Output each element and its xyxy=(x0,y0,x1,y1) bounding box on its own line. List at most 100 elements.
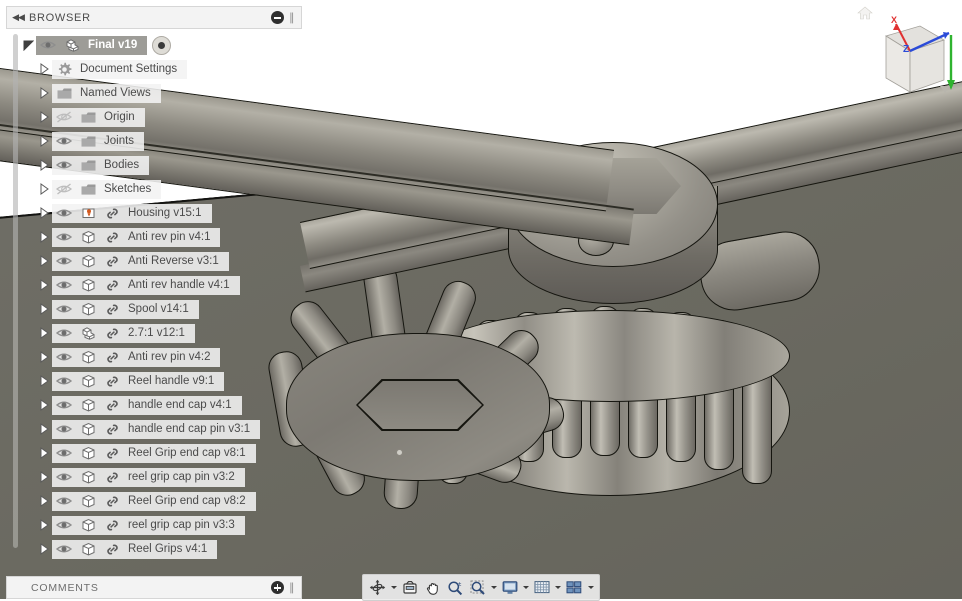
link-icon[interactable] xyxy=(100,540,124,559)
eye-hidden-icon[interactable] xyxy=(52,180,76,199)
expand-toggle[interactable] xyxy=(36,225,52,249)
link-icon[interactable] xyxy=(100,468,124,487)
link-icon[interactable] xyxy=(100,348,124,367)
expand-toggle[interactable] xyxy=(36,441,52,465)
root-chunk[interactable]: Final v19 xyxy=(36,36,147,55)
tree-row-chunk[interactable]: reel grip cap pin v3:2 xyxy=(52,468,245,487)
eye-visible-icon[interactable] xyxy=(36,36,60,55)
nav-look-at-button[interactable] xyxy=(399,577,421,598)
grip-handle-icon[interactable]: ∥ xyxy=(289,11,298,24)
tree-row[interactable]: Reel handle v9:1 xyxy=(20,369,306,393)
tree-row[interactable]: handle end cap v4:1 xyxy=(20,393,306,417)
tree-row-chunk[interactable]: Anti rev pin v4:1 xyxy=(52,228,220,247)
tree-row-chunk[interactable]: Reel Grip end cap v8:1 xyxy=(52,444,256,463)
link-icon[interactable] xyxy=(100,252,124,271)
expand-toggle[interactable] xyxy=(36,369,52,393)
nav-display-settings-button[interactable] xyxy=(499,577,521,598)
eye-visible-icon[interactable] xyxy=(52,156,76,175)
nav-pan-button[interactable] xyxy=(422,577,444,598)
link-icon[interactable] xyxy=(100,396,124,415)
eye-visible-icon[interactable] xyxy=(52,228,76,247)
nav-grid-snaps-button[interactable] xyxy=(531,577,553,598)
expand-toggle[interactable] xyxy=(36,105,52,129)
tree-row-chunk[interactable]: Anti rev handle v4:1 xyxy=(52,276,240,295)
tree-row[interactable]: handle end cap pin v3:1 xyxy=(20,417,306,441)
tree-row[interactable]: Origin xyxy=(20,105,306,129)
browser-scrollbar-thumb[interactable] xyxy=(13,34,18,240)
tree-row-chunk[interactable]: Bodies xyxy=(52,156,149,175)
eye-visible-icon[interactable] xyxy=(52,372,76,391)
tree-row-chunk[interactable]: reel grip cap pin v3:3 xyxy=(52,516,245,535)
expand-toggle[interactable] xyxy=(36,417,52,441)
tree-row[interactable]: Housing v15:1 xyxy=(20,201,306,225)
eye-visible-icon[interactable] xyxy=(52,324,76,343)
tree-row-chunk[interactable]: Named Views xyxy=(52,84,161,103)
tree-row[interactable]: Reel Grip end cap v8:2 xyxy=(20,489,306,513)
tree-row-chunk[interactable]: Spool v14:1 xyxy=(52,300,199,319)
nav-orbit-caret[interactable] xyxy=(390,577,399,598)
tree-row[interactable]: Reel Grips v4:1 xyxy=(20,537,306,561)
tree-row-chunk[interactable]: Reel Grips v4:1 xyxy=(52,540,217,559)
expand-toggle[interactable] xyxy=(36,513,52,537)
tree-row-chunk[interactable]: Housing v15:1 xyxy=(52,204,212,223)
eye-hidden-icon[interactable] xyxy=(52,108,76,127)
link-icon[interactable] xyxy=(100,420,124,439)
link-icon[interactable] xyxy=(100,516,124,535)
tree-row[interactable]: Joints xyxy=(20,129,306,153)
view-cube[interactable]: FRONT LEFT X Z xyxy=(848,0,958,118)
activate-component-radio[interactable] xyxy=(152,36,171,55)
expand-toggle[interactable] xyxy=(36,177,52,201)
expand-toggle[interactable] xyxy=(36,297,52,321)
eye-visible-icon[interactable] xyxy=(52,132,76,151)
tree-row-chunk[interactable]: Anti Reverse v3:1 xyxy=(52,252,229,271)
tree-row[interactable]: Anti rev pin v4:1 xyxy=(20,225,306,249)
viewcube-graphic[interactable]: FRONT LEFT X Z xyxy=(848,0,958,118)
eye-visible-icon[interactable] xyxy=(52,420,76,439)
eye-visible-icon[interactable] xyxy=(52,540,76,559)
tree-row[interactable]: Anti rev handle v4:1 xyxy=(20,273,306,297)
expand-toggle[interactable] xyxy=(36,489,52,513)
expand-toggle[interactable] xyxy=(36,393,52,417)
tree-row-chunk[interactable]: handle end cap pin v3:1 xyxy=(52,420,260,439)
tree-row-chunk[interactable]: Joints xyxy=(52,132,144,151)
tree-row-chunk[interactable]: Origin xyxy=(52,108,145,127)
expand-toggle[interactable] xyxy=(36,537,52,561)
link-icon[interactable] xyxy=(100,324,124,343)
tree-row[interactable]: 2.7:1 v12:1 xyxy=(20,321,306,345)
nav-display-settings-caret[interactable] xyxy=(522,577,531,598)
eye-visible-icon[interactable] xyxy=(52,348,76,367)
eye-visible-icon[interactable] xyxy=(52,468,76,487)
nav-zoom-window-button[interactable] xyxy=(467,577,489,598)
expand-toggle[interactable] xyxy=(20,33,36,57)
nav-zoom-button[interactable]: ± xyxy=(444,577,466,598)
expand-toggle[interactable] xyxy=(36,129,52,153)
expand-toggle[interactable] xyxy=(36,153,52,177)
link-icon[interactable] xyxy=(100,372,124,391)
tree-row[interactable]: reel grip cap pin v3:3 xyxy=(20,513,306,537)
expand-toggle[interactable] xyxy=(36,81,52,105)
tree-row[interactable]: Spool v14:1 xyxy=(20,297,306,321)
tree-row-chunk[interactable]: Anti rev pin v4:2 xyxy=(52,348,220,367)
nav-orbit-button[interactable] xyxy=(367,577,389,598)
nav-viewports-button[interactable] xyxy=(564,577,586,598)
link-icon[interactable] xyxy=(100,492,124,511)
browser-root-row[interactable]: Final v19 xyxy=(20,33,306,57)
tree-row[interactable]: Sketches xyxy=(20,177,306,201)
eye-visible-icon[interactable] xyxy=(52,396,76,415)
browser-scrollbar[interactable] xyxy=(13,34,18,548)
eye-visible-icon[interactable] xyxy=(52,204,76,223)
tree-row[interactable]: Named Views xyxy=(20,81,306,105)
navigation-bar[interactable]: ± xyxy=(362,574,600,601)
eye-visible-icon[interactable] xyxy=(52,276,76,295)
link-icon[interactable] xyxy=(100,444,124,463)
expand-toggle[interactable] xyxy=(36,465,52,489)
tree-row[interactable]: reel grip cap pin v3:2 xyxy=(20,465,306,489)
eye-visible-icon[interactable] xyxy=(52,516,76,535)
nav-zoom-window-caret[interactable] xyxy=(489,577,498,598)
expand-toggle[interactable] xyxy=(36,345,52,369)
expand-toggle[interactable] xyxy=(36,321,52,345)
tree-row-chunk[interactable]: Sketches xyxy=(52,180,161,199)
eye-visible-icon[interactable] xyxy=(52,492,76,511)
eye-visible-icon[interactable] xyxy=(52,300,76,319)
nav-viewports-caret[interactable] xyxy=(586,577,595,598)
